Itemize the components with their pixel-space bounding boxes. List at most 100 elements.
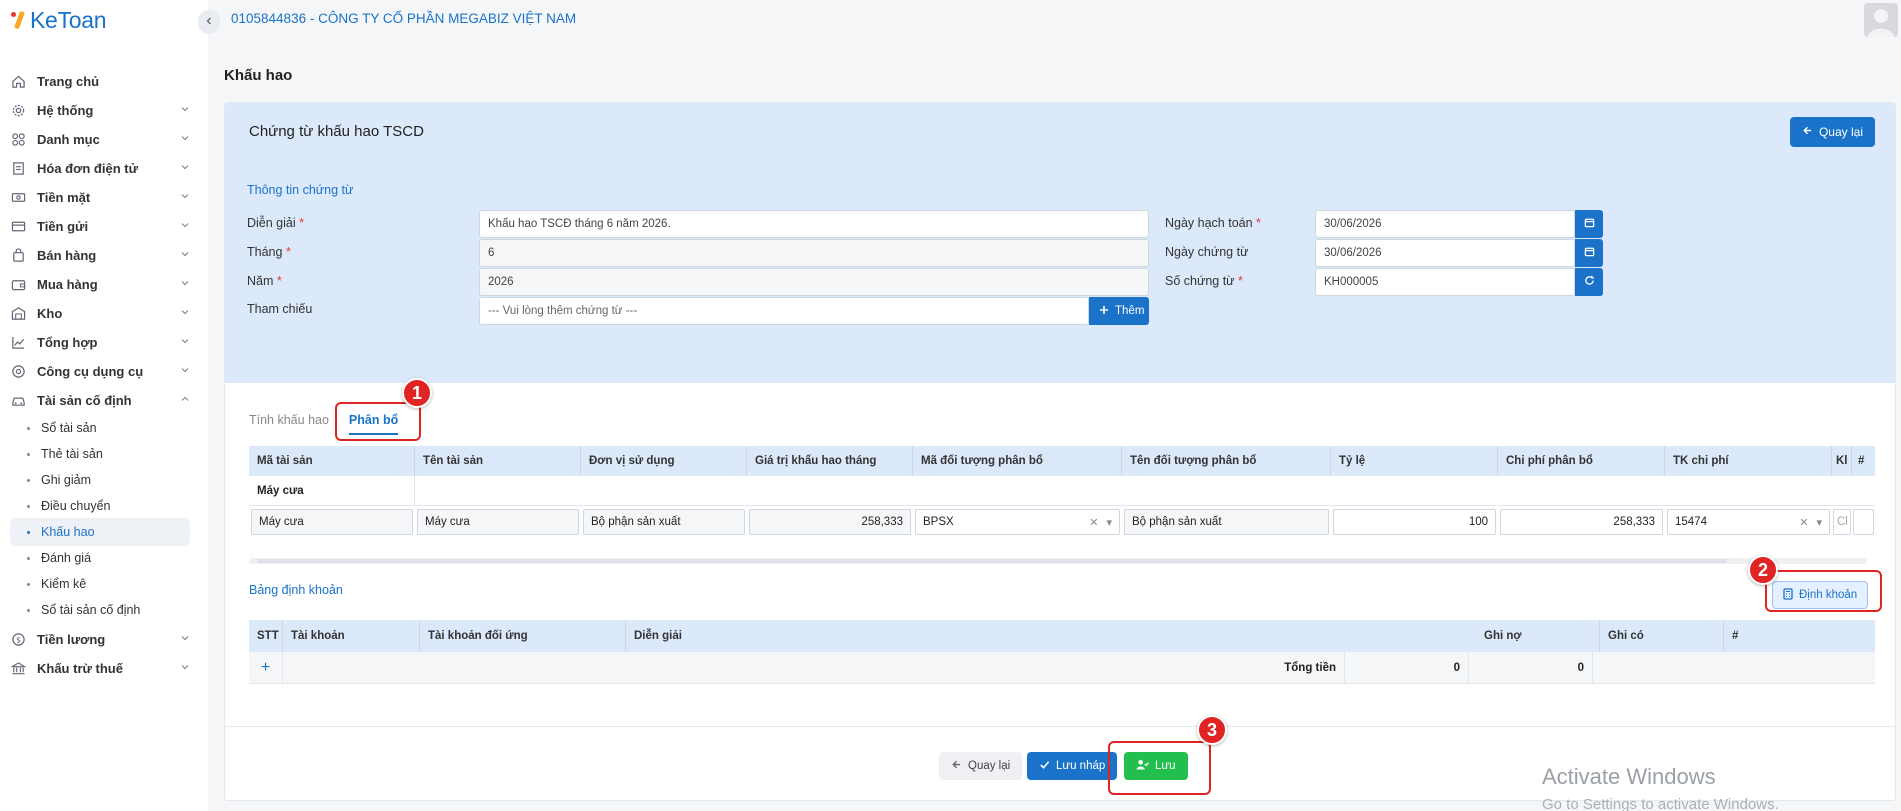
annotation-badge-2: 2	[1748, 555, 1778, 585]
save-draft-button[interactable]: Lưu nháp	[1027, 752, 1118, 780]
sidebar-item-label: Tiền mặt	[37, 189, 91, 205]
label-text: Diễn giải	[247, 216, 296, 230]
allocated-cost-input[interactable]: 258,333	[1500, 509, 1663, 535]
column-header: Mã đối tượng phân bổ	[913, 446, 1122, 476]
expense-account-select[interactable]: 15474 ✕ ▾	[1667, 509, 1830, 535]
select-controls: ✕ ▾	[1799, 516, 1822, 529]
shopping-bag-icon	[10, 247, 27, 264]
chevron-down-icon	[180, 335, 190, 349]
column-header: Ghi nợ	[1476, 620, 1600, 652]
chevron-left-icon	[204, 15, 214, 29]
cell-ma-tai-san: Máy cưa	[249, 506, 415, 538]
avatar[interactable]	[1864, 3, 1898, 37]
caret-down-icon[interactable]: ▾	[1816, 516, 1822, 529]
watermark-title: Activate Windows	[1542, 764, 1716, 789]
description-input[interactable]: Khấu hao TSCĐ tháng 6 năm 2026.	[479, 210, 1149, 238]
month-input[interactable]: 6	[479, 239, 1149, 267]
column-header: STT	[249, 620, 283, 652]
back-button[interactable]: Quay lại	[1789, 117, 1875, 147]
sidebar-item-cong-cu[interactable]: Công cụ dụng cụ	[10, 356, 190, 386]
ratio-input[interactable]: 100	[1333, 509, 1496, 535]
arrow-left-icon	[1802, 125, 1813, 139]
allocation-object-name-field[interactable]: Bộ phận sản xuất	[1124, 509, 1329, 535]
cell-kl: Cl	[1832, 506, 1852, 538]
chevron-down-icon	[180, 364, 190, 378]
add-reference-button[interactable]: Thêm	[1089, 297, 1149, 325]
cell-ten-tai-san: Máy cưa	[415, 506, 581, 538]
voucher-date-picker-button[interactable]	[1575, 239, 1603, 267]
posting-date-picker-button[interactable]	[1575, 210, 1603, 238]
sidebar-item-khau-tru-thue[interactable]: Khấu trừ thuế	[10, 653, 190, 683]
sidebar-item-label: Hệ thống	[37, 102, 94, 118]
sidebar-subitem-the-tai-san[interactable]: Thẻ tài sản	[10, 440, 190, 468]
sidebar-item-mua-hang[interactable]: Mua hàng	[10, 269, 190, 299]
sidebar-subitem-dieu-chuyen[interactable]: Điều chuyển	[10, 492, 190, 520]
sidebar-item-tong-hop[interactable]: Tổng hợp	[10, 327, 190, 357]
row-action[interactable]	[1853, 509, 1874, 535]
caret-down-icon[interactable]: ▾	[1106, 516, 1112, 529]
asset-name-field[interactable]: Máy cưa	[417, 509, 579, 535]
wallet-icon	[10, 276, 27, 293]
voucher-date-input[interactable]: 30/06/2026	[1315, 239, 1575, 267]
tools-icon	[10, 363, 27, 380]
section-label-voucher-info: Thông tin chứng từ	[247, 183, 354, 197]
sidebar-item-tien-mat[interactable]: Tiền mặt	[10, 182, 190, 212]
column-header: Kl	[1832, 446, 1852, 476]
clear-icon[interactable]: ✕	[1799, 516, 1808, 529]
sidebar-subitem-label: Ghi giảm	[41, 473, 92, 487]
chevron-down-icon	[180, 306, 190, 320]
allocation-object-select[interactable]: BPSX ✕ ▾	[915, 509, 1120, 535]
required-marker: *	[285, 245, 291, 259]
invoice-icon	[10, 160, 27, 177]
sidebar-item-he-thong[interactable]: Hệ thống	[10, 95, 190, 125]
clear-icon[interactable]: ✕	[1089, 516, 1098, 529]
sidebar-subitem-ghi-giam[interactable]: Ghi giảm	[10, 466, 190, 494]
required-marker: *	[1238, 274, 1243, 288]
bullet-icon	[27, 452, 30, 456]
add-entry-button[interactable]: +	[249, 652, 283, 683]
refresh-icon	[1584, 275, 1595, 289]
app-logo[interactable]: KeToan	[10, 6, 107, 34]
sidebar-item-kho[interactable]: Kho	[10, 298, 190, 328]
sidebar-subitem-kiem-ke[interactable]: Kiểm kê	[10, 570, 190, 598]
reference-input[interactable]: --- Vui lòng thêm chứng từ ---	[479, 297, 1089, 325]
sidebar-subitem-so-tscd[interactable]: Sổ tài sản cố định	[10, 596, 190, 624]
sidebar-subitem-label: Điều chuyển	[41, 499, 111, 513]
dollar-icon: $	[10, 631, 27, 648]
sidebar-item-hoa-don[interactable]: Hóa đơn điện tử	[10, 153, 190, 183]
sidebar-subitem-khau-hao[interactable]: Khấu hao	[10, 518, 190, 546]
sidebar-item-label: Mua hàng	[37, 276, 98, 292]
regenerate-number-button[interactable]	[1575, 268, 1603, 296]
horizontal-scrollbar[interactable]	[249, 558, 1867, 564]
sidebar-subitem-so-tai-san[interactable]: Sổ tài sản	[10, 414, 190, 442]
total-credit: 0	[1469, 652, 1593, 683]
sidebar-item-tai-san-co-dinh[interactable]: Tài sản cố định	[10, 385, 190, 415]
year-input[interactable]: 2026	[479, 268, 1149, 296]
field-label-nam: Năm *	[247, 274, 282, 288]
kl-input[interactable]: Cl	[1833, 509, 1851, 535]
tab-tinh-khau-hao[interactable]: Tính khấu hao	[249, 413, 329, 435]
posting-date-input[interactable]: 30/06/2026	[1315, 210, 1575, 238]
asset-code-field[interactable]: Máy cưa	[251, 509, 413, 535]
sidebar-subitem-label: Sổ tài sản cố định	[41, 603, 141, 617]
back-footer-button[interactable]: Quay lại	[939, 752, 1023, 780]
check-icon	[1039, 759, 1050, 773]
monthly-depreciation-field[interactable]: 258,333	[749, 509, 911, 535]
sidebar-item-ban-hang[interactable]: Bán hàng	[10, 240, 190, 270]
sidebar-subitem-danh-gia[interactable]: Đánh giá	[10, 544, 190, 572]
sidebar-collapse-button[interactable]	[198, 10, 220, 34]
sidebar-item-tien-gui[interactable]: Tiền gửi	[10, 211, 190, 241]
sidebar-item-label: Công cụ dụng cụ	[37, 363, 144, 379]
sidebar-item-danh-muc[interactable]: Danh mục	[10, 124, 190, 154]
label-text: Ngày hạch toán	[1165, 216, 1253, 230]
field-label-tham-chieu: Tham chiếu	[247, 302, 312, 316]
chevron-down-icon	[180, 190, 190, 204]
sidebar-item-tien-luong[interactable]: $ Tiền lương	[10, 624, 190, 654]
department-field[interactable]: Bộ phận sản xuất	[583, 509, 745, 535]
sidebar-subitem-label: Sổ tài sản	[41, 421, 97, 435]
voucher-number-input[interactable]: KH000005	[1315, 268, 1575, 296]
company-name[interactable]: 0105844836 - CÔNG TY CỔ PHẦN MEGABIZ VIỆ…	[231, 11, 576, 26]
sidebar-item-trang-chu[interactable]: Trang chủ	[10, 66, 190, 96]
scrollbar-thumb[interactable]	[257, 559, 1727, 563]
